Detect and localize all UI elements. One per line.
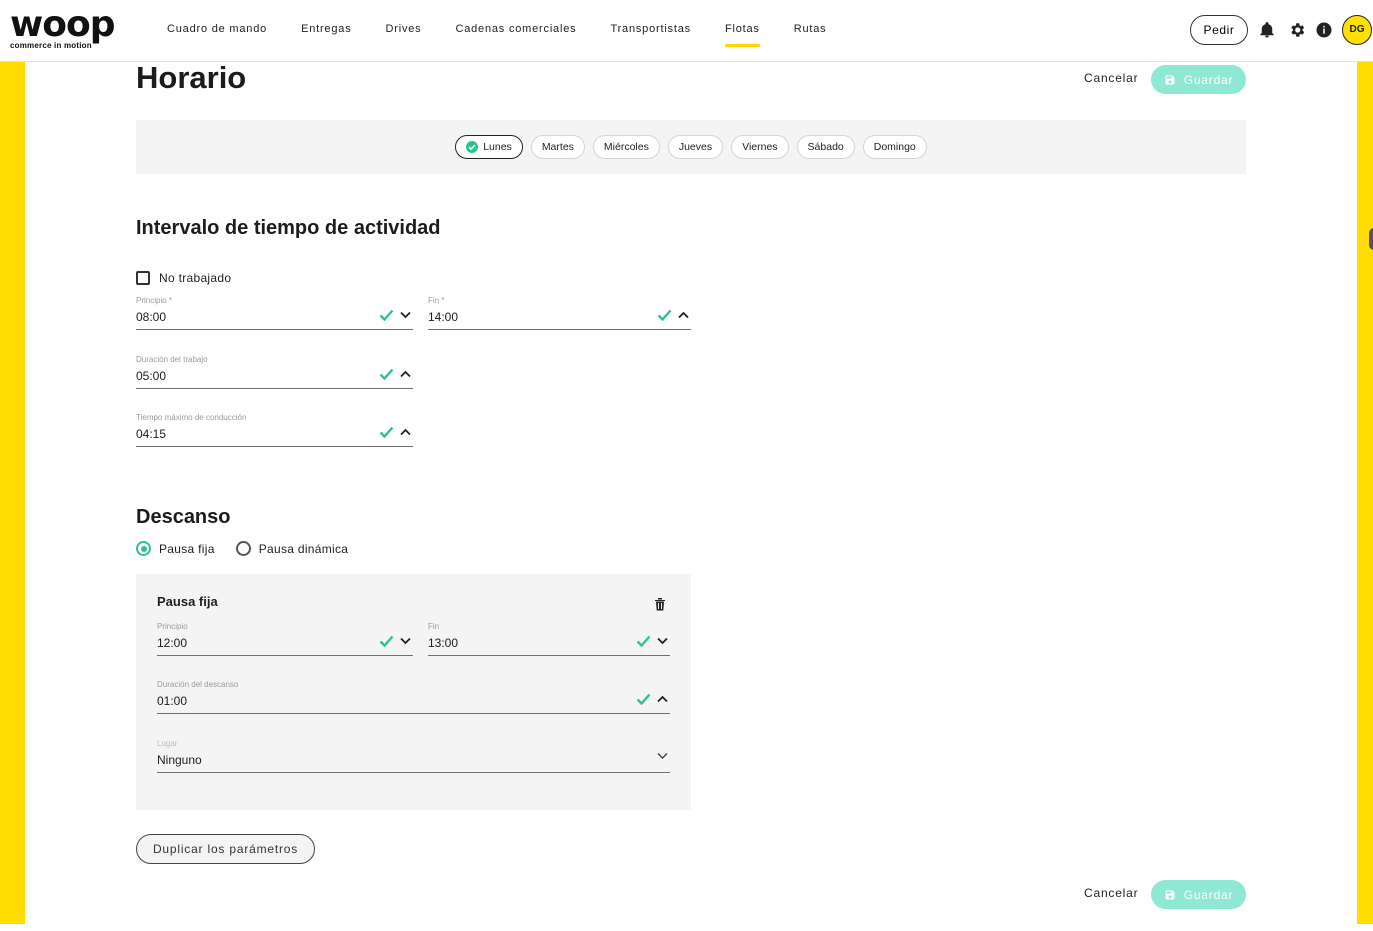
day-selector: Lunes Martes Miércoles Jueves Viernes Sá… [136, 120, 1246, 174]
nav-item-transportistas[interactable]: Transportistas [593, 0, 707, 62]
radio-dynamic-label[interactable]: Pausa dinámica [259, 542, 349, 556]
radio-fixed-break[interactable] [136, 541, 151, 556]
field-label: Fin [428, 622, 440, 631]
check-icon [636, 693, 651, 705]
day-chip-jueves[interactable]: Jueves [667, 135, 724, 159]
left-yellow-border [0, 62, 25, 924]
chevron-down-icon[interactable] [400, 311, 411, 319]
day-chip-sabado[interactable]: Sábado [796, 135, 855, 159]
not-worked-checkbox[interactable] [136, 271, 150, 285]
max-driving-time-field[interactable]: Tiempo máximo de conducción 04:15 [136, 413, 413, 447]
break-card-title: Pausa fija [157, 594, 218, 609]
field-label: Principio [157, 622, 188, 631]
nav-item-rutas[interactable]: Rutas [777, 0, 844, 62]
right-yellow-border [1357, 62, 1373, 924]
break-start-field[interactable]: Principio 12:00 [157, 622, 413, 656]
not-worked-label: No trabajado [159, 271, 232, 285]
field-label: Principio * [136, 296, 173, 305]
day-label: Viernes [742, 141, 778, 153]
field-label: Duración del trabajo [136, 355, 208, 364]
page-title: Horario [136, 60, 247, 95]
save-label: Guardar [1183, 72, 1234, 87]
chevron-up-icon[interactable] [678, 311, 689, 319]
rest-section-title: Descanso [136, 506, 231, 528]
check-circle-icon [466, 141, 479, 153]
day-chip-lunes[interactable]: Lunes [455, 135, 523, 159]
nav-item-entregas[interactable]: Entregas [284, 0, 368, 62]
duplicate-settings-button[interactable]: Duplicar los parámetros [136, 834, 315, 864]
start-time-field[interactable]: Principio * 08:00 [136, 296, 413, 330]
check-icon [657, 309, 672, 321]
field-value: 12:00 [157, 636, 188, 650]
cancel-button-bottom[interactable]: Cancelar [1084, 886, 1138, 900]
day-label: Lunes [483, 141, 512, 153]
not-worked-row[interactable]: No trabajado [136, 271, 231, 285]
check-icon [379, 635, 394, 647]
trash-icon[interactable] [654, 597, 666, 611]
field-value: 01:00 [157, 694, 188, 708]
side-panel-handle[interactable] [1369, 228, 1373, 250]
avatar[interactable]: DG [1342, 15, 1372, 45]
main-nav: Cuadro de mando Entregas Drives Cadenas … [150, 0, 843, 62]
nav-item-flotas[interactable]: Flotas [708, 0, 777, 62]
save-icon [1165, 75, 1175, 84]
field-value: Ninguno [157, 753, 202, 767]
save-icon [1165, 890, 1175, 899]
nav-item-cuadro-de-mando[interactable]: Cuadro de mando [150, 0, 284, 62]
top-navbar: woop commerce in motion Cuadro de mando … [0, 0, 1373, 62]
field-label: Fin * [428, 296, 445, 305]
day-chip-domingo[interactable]: Domingo [862, 135, 927, 159]
day-chip-martes[interactable]: Martes [530, 135, 585, 159]
nav-item-cadenas-comerciales[interactable]: Cadenas comerciales [438, 0, 593, 62]
break-place-select[interactable]: Lugar Ninguno [157, 739, 670, 773]
page-bottom-edge [0, 924, 1373, 931]
field-label: Lugar [157, 739, 178, 748]
chevron-down-icon[interactable] [657, 637, 668, 645]
check-icon [379, 368, 394, 380]
radio-fixed-label[interactable]: Pausa fija [159, 542, 215, 556]
field-value: 13:00 [428, 636, 459, 650]
field-value: 14:00 [428, 310, 459, 324]
field-label: Tiempo máximo de conducción [136, 413, 247, 422]
bell-icon[interactable] [1258, 21, 1276, 39]
save-label: Guardar [1183, 887, 1234, 902]
nav-item-drives[interactable]: Drives [369, 0, 439, 62]
chevron-down-icon[interactable] [657, 752, 668, 760]
day-label: Jueves [678, 141, 713, 153]
logo-wordmark: woop [10, 4, 116, 45]
day-chip-viernes[interactable]: Viernes [731, 135, 789, 159]
check-icon [379, 426, 394, 438]
activity-section-title: Intervalo de tiempo de actividad [136, 217, 441, 239]
save-button-top[interactable]: Guardar [1151, 65, 1246, 94]
chevron-up-icon[interactable] [657, 695, 668, 703]
day-label: Sábado [807, 141, 844, 153]
work-duration-field[interactable]: Duración del trabajo 05:00 [136, 355, 413, 389]
chevron-up-icon[interactable] [400, 370, 411, 378]
field-label: Duración del descanso [157, 680, 239, 689]
chevron-down-icon[interactable] [400, 637, 411, 645]
chevron-up-icon[interactable] [400, 428, 411, 436]
field-value: 08:00 [136, 310, 167, 324]
day-label: Martes [541, 141, 574, 153]
field-value: 05:00 [136, 369, 167, 383]
check-icon [636, 635, 651, 647]
save-button-bottom[interactable]: Guardar [1151, 880, 1246, 909]
order-button[interactable]: Pedir [1190, 15, 1248, 45]
break-type-radio-group: Pausa fija Pausa dinámica [136, 541, 348, 556]
end-time-field[interactable]: Fin * 14:00 [428, 296, 691, 330]
day-chip-miercoles[interactable]: Miércoles [592, 135, 660, 159]
check-icon [379, 309, 394, 321]
break-end-field[interactable]: Fin 13:00 [428, 622, 670, 656]
day-label: Domingo [873, 141, 916, 153]
field-value: 04:15 [136, 427, 167, 441]
break-duration-field[interactable]: Duración del descanso 01:00 [157, 680, 670, 714]
cancel-button-top[interactable]: Cancelar [1084, 71, 1138, 85]
fixed-break-card: Pausa fija Principio 12:00 Fin 13:00 Dur… [136, 574, 691, 810]
gear-icon[interactable] [1288, 21, 1306, 39]
info-icon[interactable] [1315, 21, 1333, 39]
day-label: Miércoles [603, 141, 649, 153]
woop-logo[interactable]: woop commerce in motion [10, 4, 120, 52]
radio-dynamic-break[interactable] [235, 541, 251, 556]
